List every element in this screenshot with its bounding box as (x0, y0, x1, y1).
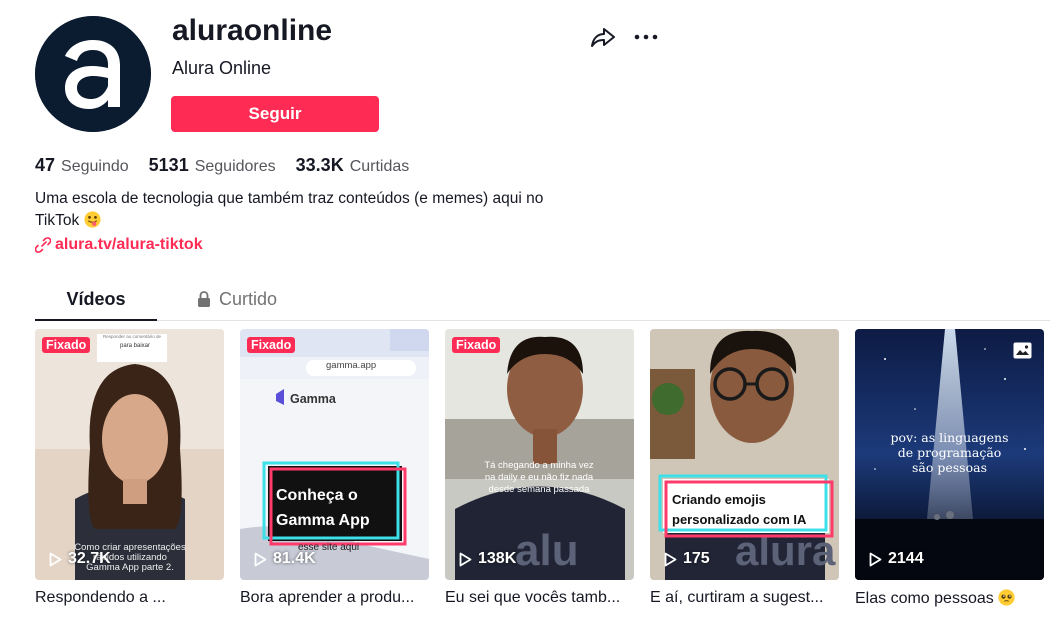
video-card[interactable]: pov: as linguagens de programação são pe… (855, 329, 1044, 608)
url-bar-text: gamma.app (326, 360, 377, 371)
video-caption-text: Elas como pessoas (855, 590, 994, 607)
stat-likes: 33.3K Curtidas (296, 155, 410, 176)
stat-value: 33.3K (295, 155, 344, 175)
overlay-reply-detail: para baixar (119, 343, 151, 349)
video-card[interactable]: alura Criando emojis personalizado com I… (650, 329, 839, 608)
bio-text: Uma escola de tecnologia que também traz… (35, 190, 544, 229)
stat-value: 5131 (148, 155, 189, 175)
overlay-card-title: Conheça o Gamma App (276, 483, 406, 533)
play-count-value: 175 (683, 550, 710, 567)
play-icon (664, 552, 677, 566)
video-caption[interactable]: Elas como pessoas (855, 589, 1044, 608)
overlay-caption-line: são pessoas (912, 460, 987, 475)
play-icon (459, 552, 472, 566)
video-caption[interactable]: Respondendo a ... (35, 589, 224, 607)
play-count: 32.7K (49, 550, 111, 568)
overlay-caption-line: de programação (897, 445, 1002, 460)
stat-label: Seguindo (61, 158, 129, 175)
overlay-label-line: Criando emojis (672, 492, 766, 507)
overlay-title-line: Conheça o (276, 487, 358, 504)
overlay-caption: pov: as linguagens de programação são pe… (865, 430, 1034, 475)
video-thumbnail[interactable]: pov: as linguagens de programação são pe… (855, 329, 1044, 580)
svg-text:alu: alu (515, 526, 579, 575)
tab-liked-label: Curtido (218, 289, 278, 309)
video-thumbnail[interactable]: alura Criando emojis personalizado com I… (650, 329, 839, 580)
video-caption[interactable]: E aí, curtiram a sugest... (650, 589, 839, 607)
play-icon (254, 552, 267, 566)
video-card[interactable]: Responder ao comentário de para baixar F… (35, 329, 224, 608)
svg-text:alura: alura (735, 527, 836, 574)
video-thumbnail[interactable]: gamma.app Gamma Fixado Conheça o Gamma A… (240, 329, 429, 580)
pinned-badge: Fixado (247, 337, 296, 353)
video-thumbnail[interactable]: Responder ao comentário de para baixar F… (35, 329, 224, 580)
play-count: 138K (459, 550, 516, 568)
gamma-brand: Gamma (290, 392, 336, 406)
stat-value: 47 (35, 155, 56, 175)
play-icon (869, 552, 882, 566)
profile-stats: 47 Seguindo 5131 Seguidores 33.3K Curtid… (35, 155, 409, 176)
share-icon[interactable] (590, 24, 616, 50)
more-options-icon[interactable] (633, 24, 659, 50)
follow-button[interactable]: Seguir (171, 96, 379, 132)
pinned-badge: Fixado (42, 337, 91, 353)
tab-liked[interactable]: Curtido (191, 279, 283, 321)
stat-label: Curtidas (349, 158, 410, 175)
profile-username: aluraonline (172, 14, 333, 47)
overlay-label-line: personalizado com IA (672, 512, 807, 527)
overlay-caption-line: na daily e eu não fiz nada (484, 472, 594, 483)
tongue-emoji-icon (83, 211, 101, 228)
overlay-caption: Tá chegando a minha vez na daily e eu nã… (459, 460, 619, 496)
play-count: 2144 (869, 550, 924, 568)
stat-followers[interactable]: 5131 Seguidores (149, 155, 276, 176)
overlay-caption-line: pov: as linguagens (890, 430, 1009, 445)
play-count-value: 81.4K (273, 550, 316, 567)
play-count: 81.4K (254, 550, 316, 568)
profile-bio: Uma escola de tecnologia que também traz… (35, 188, 575, 232)
tab-videos[interactable]: Vídeos (35, 279, 157, 321)
profile-tabs: Vídeos Curtido (35, 279, 1050, 321)
profile-link[interactable]: alura.tv/alura-tiktok (35, 236, 203, 254)
play-count-value: 138K (478, 550, 517, 567)
video-card[interactable]: gamma.app Gamma Fixado Conheça o Gamma A… (240, 329, 429, 608)
video-card[interactable]: alu Fixado Tá chegando a minha vez na da… (445, 329, 634, 608)
video-thumbnail-image: alura (650, 329, 839, 580)
photo-mode-icon (1013, 342, 1032, 359)
alura-logo-icon (35, 16, 151, 132)
play-count-value: 32.7K (68, 550, 111, 567)
pleading-face-emoji-icon (998, 589, 1015, 606)
overlay-reply-text: Responder ao comentário de (102, 334, 162, 339)
video-thumbnail[interactable]: alu Fixado Tá chegando a minha vez na da… (445, 329, 634, 580)
overlay-caption-line: desde semana passada (488, 484, 590, 495)
overlay-label: Criando emojis personalizado com IA (672, 490, 827, 530)
profile-nickname: Alura Online (172, 58, 272, 78)
video-grid: Responder ao comentário de para baixar F… (35, 329, 1044, 608)
link-icon (35, 237, 51, 253)
pinned-badge: Fixado (452, 337, 501, 353)
stat-following[interactable]: 47 Seguindo (35, 155, 129, 176)
video-thumbnail-image: alu (445, 329, 634, 580)
lock-icon (197, 291, 210, 307)
stat-label: Seguidores (194, 158, 276, 175)
video-caption[interactable]: Bora aprender a produ... (240, 589, 429, 607)
overlay-title-line: Gamma App (276, 512, 370, 529)
play-icon (49, 552, 62, 566)
video-caption[interactable]: Eu sei que vocês tamb... (445, 589, 634, 607)
play-count: 175 (664, 550, 710, 568)
avatar[interactable] (35, 16, 151, 132)
overlay-caption-line: Tá chegando a minha vez (484, 460, 594, 471)
play-count-value: 2144 (888, 550, 924, 567)
profile-link-text: alura.tv/alura-tiktok (55, 236, 203, 253)
